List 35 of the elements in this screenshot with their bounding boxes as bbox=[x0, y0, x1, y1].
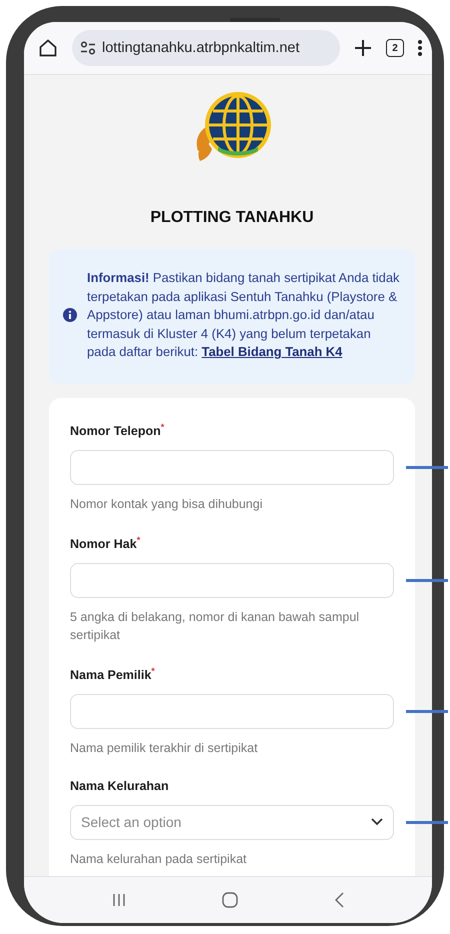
recent-apps-icon[interactable] bbox=[112, 892, 126, 907]
leader-line bbox=[406, 466, 448, 470]
info-message: Informasi! Pastikan bidang tanah sertipikat Anda tidak terpetakan pada aplikasi Sentuh Tanahku (Playstore & Appstore) atau laman bhumi.atrbpn.go.id dan/atau termasuk di Kluster 4 (K4) yang belum terpetakan pada daftar berikut: Tabel Bidang Tanah K4 bbox=[87, 269, 400, 361]
input-field[interactable] bbox=[70, 450, 394, 485]
input-field[interactable] bbox=[70, 694, 394, 729]
field-label: Nama Pemilik$^{*}$ bbox=[70, 666, 156, 682]
back-icon[interactable] bbox=[334, 892, 344, 908]
url-field[interactable]: lottingtanahku.atrbpnkaltim.net bbox=[72, 30, 340, 66]
chevron-down-icon bbox=[371, 818, 383, 826]
home-button-icon[interactable] bbox=[222, 892, 238, 908]
required-asterisk: * bbox=[136, 534, 140, 545]
field-hint: Nomor kontak yang bisa dihubungi bbox=[70, 496, 264, 513]
field-hint: 5 angka di belakang, nomor di kanan bawah sampul sertipikat bbox=[70, 608, 360, 644]
required-asterisk: * bbox=[160, 422, 164, 432]
input-field[interactable] bbox=[70, 562, 394, 598]
leader-line bbox=[406, 821, 448, 824]
plus-icon[interactable] bbox=[354, 39, 372, 57]
field-label: Nomor Hak$^{*}$ bbox=[70, 534, 142, 551]
leader-line bbox=[406, 710, 448, 714]
info-icon bbox=[63, 308, 77, 322]
more-icon[interactable] bbox=[418, 40, 422, 56]
leader-line bbox=[406, 579, 448, 582]
select-placeholder: Select an option bbox=[81, 814, 182, 830]
home-icon[interactable] bbox=[38, 38, 58, 58]
required-asterisk: * bbox=[151, 666, 155, 676]
field-hint: Nama pemilik terakhir di sertipikat bbox=[70, 740, 259, 757]
page-title: PLOTTING TANAHKU bbox=[150, 209, 314, 227]
url-text: lottingtanahku.atrbpnkaltim.net bbox=[102, 40, 300, 56]
field-label: Nomor Telepon$^{*}$ bbox=[70, 422, 166, 438]
tab-count[interactable]: 2 bbox=[386, 39, 404, 57]
table-link[interactable]: Tabel Bidang Tanah K4 bbox=[202, 344, 342, 359]
site-settings-icon[interactable] bbox=[80, 41, 96, 55]
field-label: Nama Kelurahan bbox=[70, 778, 170, 793]
field-hint: Nama kelurahan pada sertipikat bbox=[70, 850, 248, 868]
select-field[interactable]: Select an option bbox=[70, 804, 394, 840]
